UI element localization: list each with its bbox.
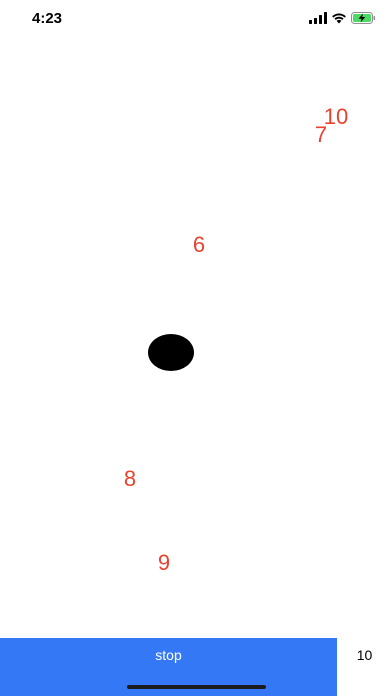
- number-target[interactable]: 10: [324, 106, 348, 128]
- black-ball[interactable]: [148, 334, 194, 371]
- cellular-signal-icon: [309, 12, 327, 24]
- status-bar: 4:23: [0, 0, 392, 36]
- wifi-icon: [332, 13, 346, 24]
- number-target[interactable]: 7: [315, 124, 327, 146]
- app-screen: 4:23 10 7 6 8 9 stop 10: [0, 0, 392, 696]
- status-time: 4:23: [32, 10, 63, 27]
- number-target[interactable]: 6: [193, 234, 205, 256]
- number-target[interactable]: 8: [124, 468, 136, 490]
- bottom-bar: stop 10: [0, 638, 392, 696]
- stop-button-label: stop: [155, 647, 182, 663]
- battery-charging-icon: [351, 12, 376, 24]
- play-area[interactable]: 10 7 6 8 9: [0, 36, 392, 638]
- counter-value: 10: [356, 647, 373, 663]
- home-indicator: [127, 685, 266, 689]
- number-target[interactable]: 9: [158, 552, 170, 574]
